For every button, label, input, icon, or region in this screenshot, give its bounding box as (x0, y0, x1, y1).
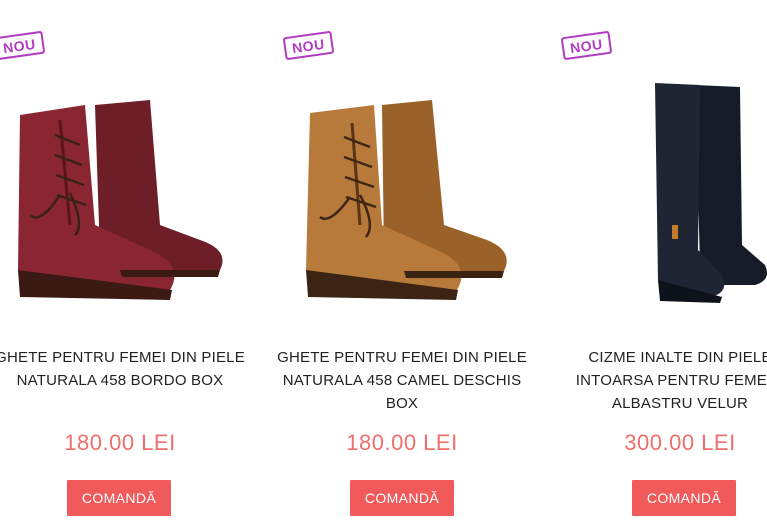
tall-boot-icon (655, 83, 767, 303)
product-price: 180.00 LEI (346, 430, 458, 455)
product-grid: NOU GHETE PENTRU FEMEI DIN PIELE NATURAL… (0, 0, 767, 528)
order-button[interactable]: COMANDĂ (67, 480, 171, 516)
order-button[interactable]: COMANDĂ (632, 480, 736, 516)
product-title[interactable]: GHETE PENTRU FEMEI DIN PIELE NATURALA 45… (267, 346, 537, 415)
new-badge: NOU (0, 30, 45, 61)
product-card: NOU GHETE PENTRU FEMEI DIN PIELE NATURAL… (0, 0, 255, 528)
product-card: NOU GHETE PENTRU FEMEI DIN PIELE NATURAL… (267, 0, 537, 528)
ankle-boot-icon (18, 100, 223, 300)
product-title[interactable]: CIZME INALTE DIN PIELE INTOARSA PENTRU F… (545, 346, 767, 415)
product-title[interactable]: GHETE PENTRU FEMEI DIN PIELE NATURALA 45… (0, 346, 255, 392)
product-price: 180.00 LEI (64, 430, 176, 455)
order-button[interactable]: COMANDĂ (350, 480, 454, 516)
product-image[interactable] (282, 75, 522, 315)
new-badge: NOU (560, 30, 612, 61)
product-price: 300.00 LEI (624, 430, 736, 455)
new-badge: NOU (282, 30, 334, 61)
ankle-boot-icon (306, 100, 507, 300)
product-image[interactable] (0, 75, 240, 315)
product-image[interactable] (560, 75, 767, 315)
product-card: NOU CIZME INALTE DIN PIELE INTOARSA PENT… (545, 0, 767, 528)
